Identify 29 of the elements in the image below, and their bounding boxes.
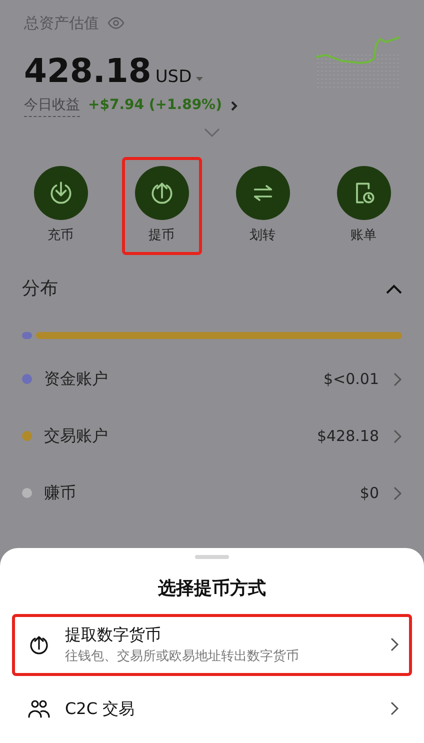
option-title: C2C 交易	[65, 698, 136, 720]
withdraw-option[interactable]: 提取数字货币 往钱包、交易所或欧易地址转出数字货币	[12, 614, 412, 676]
total-assets-label: 总资产估值	[24, 13, 99, 34]
action-button[interactable]: 提币	[122, 157, 202, 254]
option-title: 提取数字货币	[65, 624, 162, 646]
currency-selector[interactable]: USD	[155, 65, 203, 90]
section-title: 分布	[22, 276, 58, 300]
balance-amount: 428.18	[24, 53, 152, 90]
chevron-right-icon	[390, 701, 399, 716]
caret-icon	[196, 77, 203, 82]
chevron-right-icon[interactable]	[393, 428, 402, 444]
account-value: $<0.01	[323, 368, 379, 390]
drag-handle[interactable]	[195, 555, 229, 559]
chevron-right-icon	[230, 100, 238, 112]
action-button[interactable]: 账单	[324, 157, 404, 254]
account-value: $0	[360, 482, 379, 504]
sheet-title: 选择提币方式	[157, 577, 267, 601]
action-button[interactable]: 充币	[20, 157, 100, 254]
action-button[interactable]: 划转	[222, 157, 302, 254]
account-name: 赚币	[44, 482, 77, 504]
chevron-right-icon[interactable]	[393, 486, 402, 500]
chevron-right-icon	[390, 637, 399, 652]
todays-pnl-link[interactable]: 今日收益 +$7.94 (+1.89%)	[24, 94, 238, 116]
chevron-down-icon[interactable]	[204, 128, 220, 137]
account-name: 资金账户	[44, 368, 109, 390]
chevron-right-icon[interactable]	[393, 372, 402, 386]
option-subtitle: 往钱包、交易所或欧易地址转出数字货币	[65, 648, 300, 666]
account-name: 交易账户	[44, 425, 109, 447]
account-value: $428.18	[316, 426, 379, 447]
